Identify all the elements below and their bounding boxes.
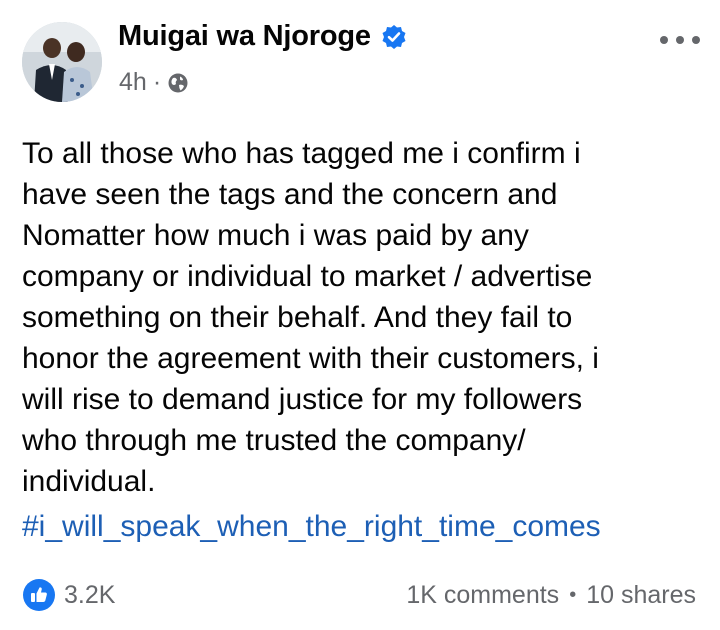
author-name-row: Muigai wa Njoroge <box>118 20 407 53</box>
author-avatar[interactable] <box>22 22 102 102</box>
avatar-photo <box>22 22 102 102</box>
author-name[interactable]: Muigai wa Njoroge <box>118 20 371 53</box>
reactions-count: 3.2K <box>64 580 116 609</box>
hashtag-link[interactable]: #i_will_speak_when_the_right_time_comes <box>22 506 601 547</box>
post-timestamp[interactable]: 4h <box>119 68 147 97</box>
verified-badge-icon <box>381 24 407 50</box>
reactions-summary[interactable]: 3.2K <box>22 578 115 612</box>
comments-count[interactable]: 1K comments <box>406 581 559 610</box>
globe-icon[interactable] <box>167 72 189 94</box>
shares-count[interactable]: 10 shares <box>586 581 696 610</box>
more-options-button[interactable] <box>660 28 700 52</box>
meta-separator: · <box>152 68 162 96</box>
more-options-icon <box>660 36 668 44</box>
like-icon <box>22 578 56 612</box>
facebook-post: Muigai wa Njoroge 4h · To all those who … <box>0 0 720 630</box>
post-footer: 3.2K 1K comments • 10 shares <box>22 575 696 615</box>
post-text: To all those who has tagged me i confirm… <box>22 137 599 498</box>
engagement-stats: 1K comments • 10 shares <box>406 581 696 610</box>
post-meta: 4h · <box>119 68 189 97</box>
stats-separator: • <box>569 583 577 606</box>
